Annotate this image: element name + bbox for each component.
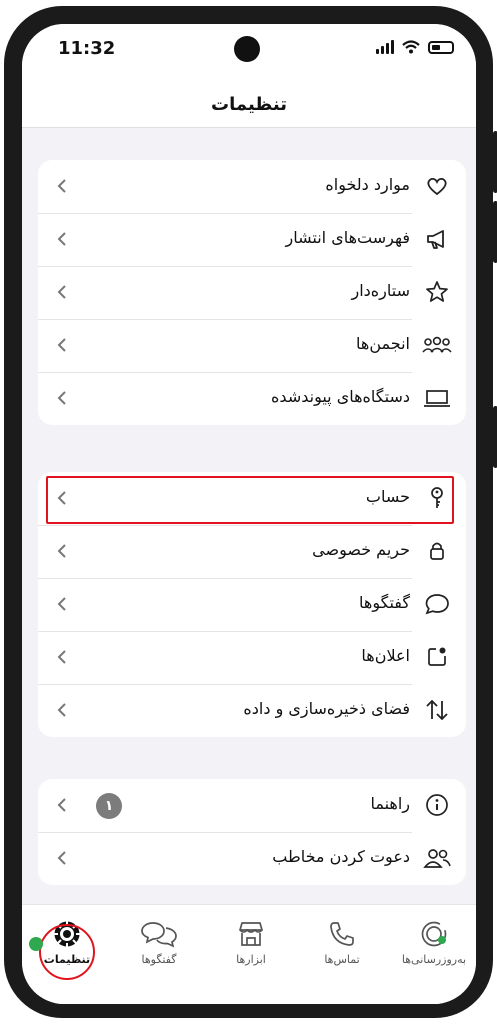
side-button bbox=[493, 131, 497, 193]
chevron-left-icon bbox=[57, 391, 66, 405]
megaphone-icon bbox=[427, 230, 444, 249]
chevron-left-icon bbox=[57, 544, 66, 558]
key-icon bbox=[431, 487, 443, 508]
data-arrows-icon bbox=[426, 699, 448, 721]
tab-chats[interactable]: گفتگوها bbox=[117, 919, 201, 966]
page-title: تنظیمات bbox=[211, 94, 287, 115]
community-icon bbox=[422, 336, 452, 353]
signal-icon bbox=[376, 40, 394, 54]
settings-row-help[interactable]: راهنما ۱ bbox=[38, 779, 466, 832]
chevron-left-icon bbox=[57, 285, 66, 299]
chats-icon bbox=[141, 922, 177, 948]
tab-label: تماس‌ها bbox=[324, 953, 360, 966]
info-icon bbox=[426, 794, 448, 816]
updates-dot bbox=[438, 936, 446, 944]
chat-bubble-icon bbox=[425, 594, 449, 615]
settings-row-chats[interactable]: گفتگوها bbox=[38, 578, 466, 631]
help-badge: ۱ bbox=[96, 793, 122, 819]
tab-label: ابزارها bbox=[236, 953, 266, 966]
settings-row-account[interactable]: حساب bbox=[38, 472, 466, 525]
tab-tools[interactable]: ابزارها bbox=[209, 919, 293, 966]
laptop-icon bbox=[424, 390, 450, 407]
row-label: گفتگوها bbox=[359, 593, 410, 612]
chevron-left-icon bbox=[57, 491, 66, 505]
chevron-left-icon bbox=[57, 338, 66, 352]
settings-row-privacy[interactable]: حریم خصوصی bbox=[38, 525, 466, 578]
lock-icon bbox=[430, 542, 444, 560]
row-label: راهنما bbox=[370, 794, 410, 813]
row-label: اعلان‌ها bbox=[361, 646, 410, 665]
tab-calls[interactable]: تماس‌ها bbox=[300, 919, 384, 966]
chevron-left-icon bbox=[57, 597, 66, 611]
row-label: موارد دلخواه bbox=[325, 175, 410, 194]
wifi-icon bbox=[402, 40, 420, 54]
star-icon bbox=[426, 281, 448, 302]
status-bar: 11:32 bbox=[22, 24, 476, 80]
side-button bbox=[493, 406, 497, 468]
tab-bar: تنظیمات گفتگوها ابزارها تماس‌ها به‌روزرس… bbox=[22, 904, 476, 1004]
heart-icon bbox=[427, 177, 447, 196]
tab-label: به‌روزرسانی‌ها bbox=[401, 953, 467, 966]
settings-group-personal: موارد دلخواه فهرست‌های انتشار ستاره‌دار … bbox=[38, 160, 466, 425]
chevron-left-icon bbox=[57, 232, 66, 246]
chevron-left-icon bbox=[57, 798, 66, 812]
screen: 11:32 تنظیمات موارد دلخواه bbox=[22, 24, 476, 1004]
phone-icon bbox=[330, 922, 354, 946]
notification-icon bbox=[428, 647, 446, 666]
row-label: فهرست‌های انتشار bbox=[285, 228, 411, 247]
invite-contacts-icon bbox=[423, 849, 451, 868]
tab-updates[interactable]: به‌روزرسانی‌ها bbox=[392, 919, 476, 966]
status-icons bbox=[376, 40, 454, 54]
battery-icon bbox=[428, 40, 454, 54]
settings-group-help: راهنما ۱ دعوت کردن مخاطب bbox=[38, 779, 466, 885]
status-time: 11:32 bbox=[58, 38, 116, 59]
row-label: انجمن‌ها bbox=[356, 334, 410, 353]
settings-row-broadcast-lists[interactable]: فهرست‌های انتشار bbox=[38, 213, 466, 266]
tab-highlight-ring bbox=[39, 924, 95, 980]
front-camera bbox=[234, 36, 260, 62]
settings-row-invite[interactable]: دعوت کردن مخاطب bbox=[38, 832, 466, 885]
tab-label: گفتگوها bbox=[141, 953, 177, 966]
row-label: ستاره‌دار bbox=[351, 281, 410, 300]
store-icon bbox=[239, 922, 263, 946]
chevron-left-icon bbox=[57, 179, 66, 193]
phone-frame: 11:32 تنظیمات موارد دلخواه bbox=[4, 6, 497, 1018]
nav-bar: تنظیمات bbox=[22, 80, 476, 128]
chevron-left-icon bbox=[57, 851, 66, 865]
chevron-left-icon bbox=[57, 703, 66, 717]
row-label: دعوت کردن مخاطب bbox=[272, 847, 410, 866]
settings-row-favorites[interactable]: موارد دلخواه bbox=[38, 160, 466, 213]
settings-row-notifications[interactable]: اعلان‌ها bbox=[38, 631, 466, 684]
settings-notification-dot bbox=[29, 937, 43, 951]
row-label: حساب bbox=[365, 487, 410, 506]
settings-group-account: حساب حریم خصوصی گفتگوها اعلان‌ها فضای ذخ bbox=[38, 472, 466, 737]
settings-row-storage-data[interactable]: فضای ذخیره‌سازی و داده bbox=[38, 684, 466, 737]
row-label: دستگاه‌های پیوندشده bbox=[271, 387, 410, 406]
chevron-left-icon bbox=[57, 650, 66, 664]
side-button bbox=[493, 201, 497, 263]
settings-row-communities[interactable]: انجمن‌ها bbox=[38, 319, 466, 372]
settings-row-starred[interactable]: ستاره‌دار bbox=[38, 266, 466, 319]
row-label: فضای ذخیره‌سازی و داده bbox=[243, 699, 410, 718]
updates-icon bbox=[421, 921, 447, 947]
settings-row-linked-devices[interactable]: دستگاه‌های پیوندشده bbox=[38, 372, 466, 425]
row-label: حریم خصوصی bbox=[312, 540, 410, 559]
